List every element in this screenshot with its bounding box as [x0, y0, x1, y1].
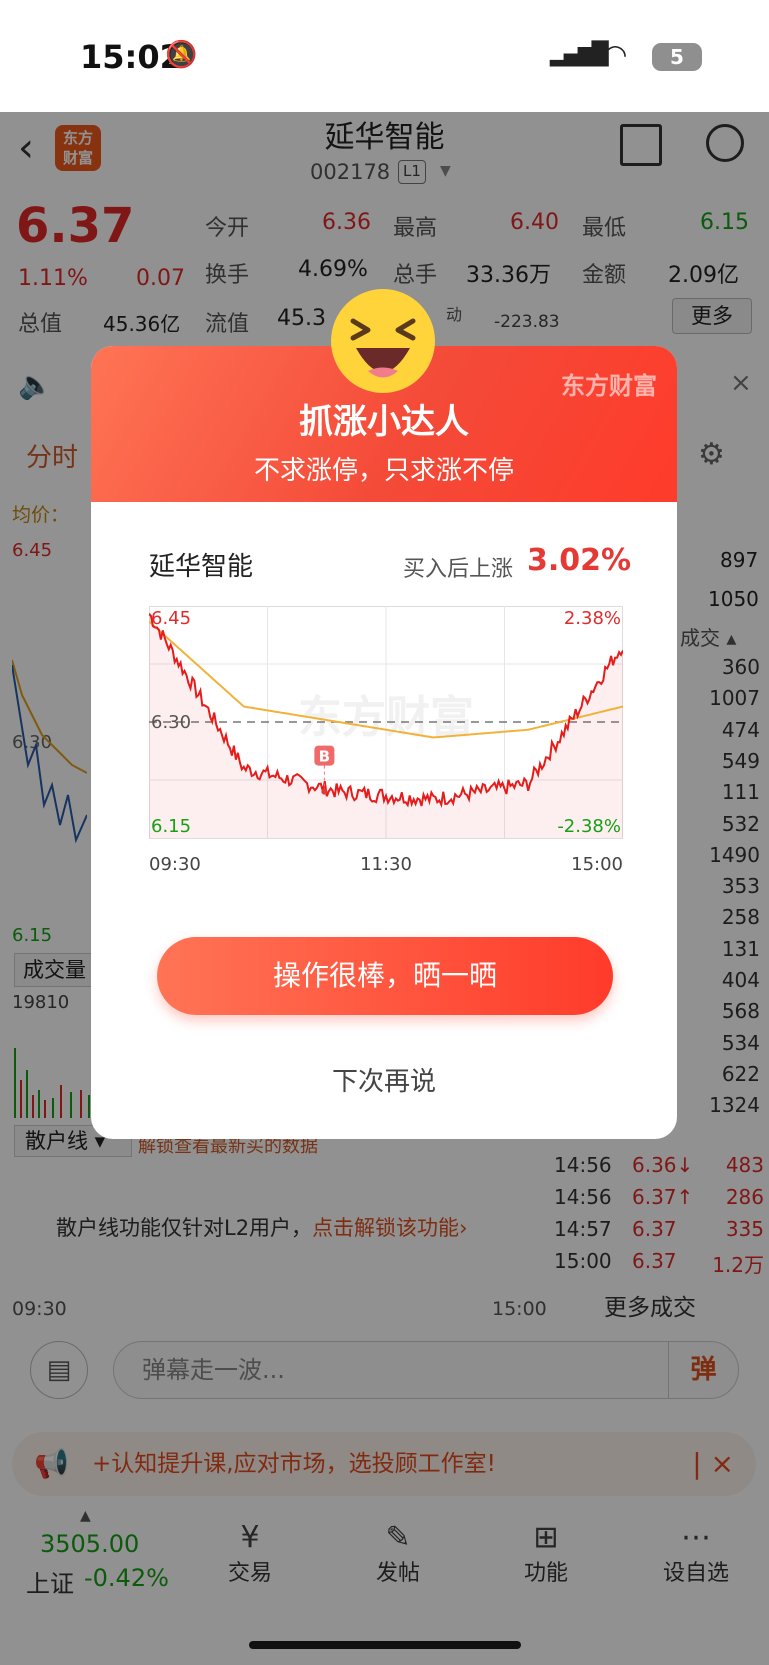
modal-stock-name: 延华智能: [149, 552, 254, 582]
bell-muted-icon: 🔕: [165, 40, 198, 70]
intraday-chart: 东方财富B6.456.306.152.38%-2.38%09:30 11:30 15…: [149, 606, 623, 875]
gain-value: 3.02%: [527, 543, 632, 578]
gain-label: 买入后上涨: [403, 557, 514, 582]
pct-label-bottom: -2.38%: [557, 816, 621, 837]
share-button[interactable]: 操作很棒，晒一晒: [157, 937, 613, 1015]
x-label-end: 15:00: [571, 854, 623, 875]
y-label-bottom: 6.15: [151, 816, 191, 837]
status-bar: 15:02 🔕 ▂▄▆█ ◠ 5: [0, 0, 769, 112]
x-label-mid: 11:30: [360, 854, 412, 875]
buy-marker-label: B: [319, 748, 330, 766]
modal-title: 抓涨小达人: [299, 402, 469, 442]
later-button[interactable]: 下次再说: [91, 1061, 677, 1098]
laughing-emoji-icon: [331, 289, 435, 393]
signal-icon: ▂▄▆█: [550, 42, 609, 67]
y-label-mid: 6.30: [151, 712, 191, 733]
home-indicator: [249, 1641, 521, 1649]
pct-label-top: 2.38%: [564, 608, 621, 629]
wifi-icon: ◠: [603, 38, 628, 71]
x-label-start: 09:30: [149, 854, 201, 875]
share-achievement-modal: 东方财富 抓涨小达人 不求涨停，只求涨不停 延华智能 买入后上涨 3.02% 东…: [91, 289, 677, 1139]
modal-subtitle: 不求涨停，只求涨不停: [253, 456, 514, 486]
buy-marker-dot: [321, 788, 328, 795]
battery-indicator: 5: [652, 43, 702, 71]
y-label-top: 6.45: [151, 608, 191, 629]
